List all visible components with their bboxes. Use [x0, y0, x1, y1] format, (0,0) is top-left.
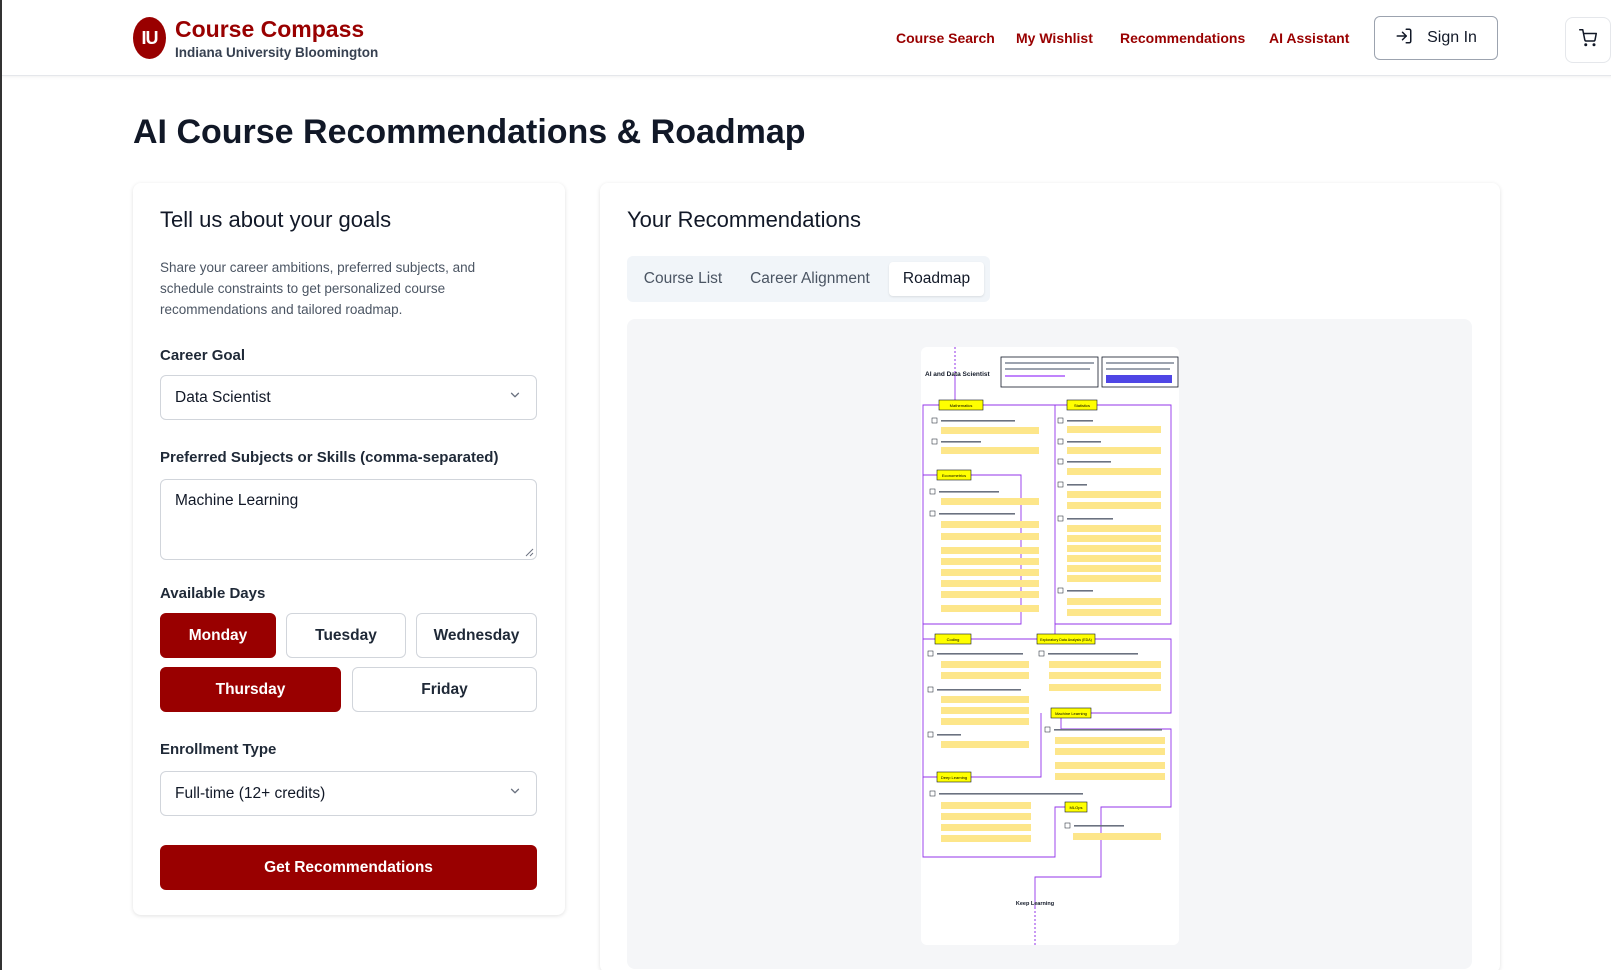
nav-my-wishlist[interactable]: My Wishlist: [1016, 30, 1093, 46]
recommendation-tabs: Course List Career Alignment Roadmap: [627, 256, 990, 302]
roadmap-section-deep-learning: Deep Learning: [941, 775, 967, 780]
roadmap-diagram: AI and Data Scientist Mathematics Statis…: [922, 347, 1179, 945]
nav-ai-assistant[interactable]: AI Assistant: [1269, 30, 1349, 46]
day-friday[interactable]: Friday: [352, 667, 537, 712]
tab-career-alignment[interactable]: Career Alignment: [735, 262, 885, 296]
roadmap-section-coding: Coding: [947, 637, 960, 642]
enrollment-type-value: Full-time (12+ credits): [175, 784, 326, 802]
page-title: AI Course Recommendations & Roadmap: [133, 113, 806, 151]
top-navigation-bar: IU Course Compass Indiana University Blo…: [2, 0, 1611, 76]
day-tuesday[interactable]: Tuesday: [286, 613, 406, 658]
day-wednesday[interactable]: Wednesday: [416, 613, 537, 658]
day-monday[interactable]: Monday: [160, 613, 276, 658]
resize-handle-icon[interactable]: [524, 547, 534, 557]
chevron-down-icon: [508, 784, 522, 803]
iu-logo[interactable]: IU: [133, 17, 166, 59]
nav-recommendations[interactable]: Recommendations: [1120, 30, 1245, 46]
sign-in-button[interactable]: Sign In: [1374, 16, 1498, 60]
career-goal-label: Career Goal: [160, 347, 246, 364]
tab-course-list[interactable]: Course List: [635, 262, 731, 296]
tab-roadmap[interactable]: Roadmap: [889, 262, 984, 296]
career-goal-value: Data Scientist: [175, 388, 271, 406]
roadmap-title: AI and Data Scientist: [925, 371, 990, 378]
roadmap-end-label: Keep Learning: [1016, 901, 1054, 907]
get-recommendations-button[interactable]: Get Recommendations: [160, 845, 537, 890]
chevron-down-icon: [508, 388, 522, 407]
roadmap-section-mathematics: Mathematics: [950, 403, 973, 408]
goals-heading: Tell us about your goals: [160, 207, 392, 232]
nav-course-search[interactable]: Course Search: [896, 30, 995, 46]
recommendations-card: Your Recommendations Course List Career …: [600, 183, 1500, 970]
enrollment-type-select[interactable]: Full-time (12+ credits): [160, 771, 537, 816]
roadmap-section-econometrics: Econometrics: [942, 473, 966, 478]
roadmap-section-statistics: Statistics: [1074, 403, 1090, 408]
subjects-label: Preferred Subjects or Skills (comma-sepa…: [160, 449, 499, 466]
cart-icon: [1579, 28, 1597, 52]
brand-title[interactable]: Course Compass: [175, 16, 364, 43]
subjects-value: Machine Learning: [175, 492, 299, 509]
cart-button[interactable]: [1565, 17, 1611, 63]
roadmap-image[interactable]: AI and Data Scientist Mathematics Statis…: [921, 347, 1179, 945]
roadmap-section-eda: Exploratory Data Analysis (EDA): [1040, 638, 1092, 642]
roadmap-panel: AI and Data Scientist Mathematics Statis…: [627, 319, 1472, 969]
brand-subtitle: Indiana University Bloomington: [175, 45, 379, 60]
sign-in-icon: [1395, 27, 1413, 50]
roadmap-section-machine-learning: Machine Learning: [1055, 711, 1087, 716]
enrollment-type-label: Enrollment Type: [160, 741, 277, 758]
career-goal-select[interactable]: Data Scientist: [160, 375, 537, 420]
available-days-label: Available Days: [160, 585, 266, 602]
goals-description: Share your career ambitions, preferred s…: [160, 260, 476, 317]
subjects-textarea[interactable]: Machine Learning: [160, 479, 537, 560]
day-thursday[interactable]: Thursday: [160, 667, 341, 712]
goals-form-card: Tell us about your goals Share your care…: [133, 183, 565, 915]
roadmap-section-mlops: MLOps: [1070, 805, 1083, 810]
recommendations-heading: Your Recommendations: [627, 207, 861, 232]
sign-in-label: Sign In: [1427, 29, 1477, 46]
